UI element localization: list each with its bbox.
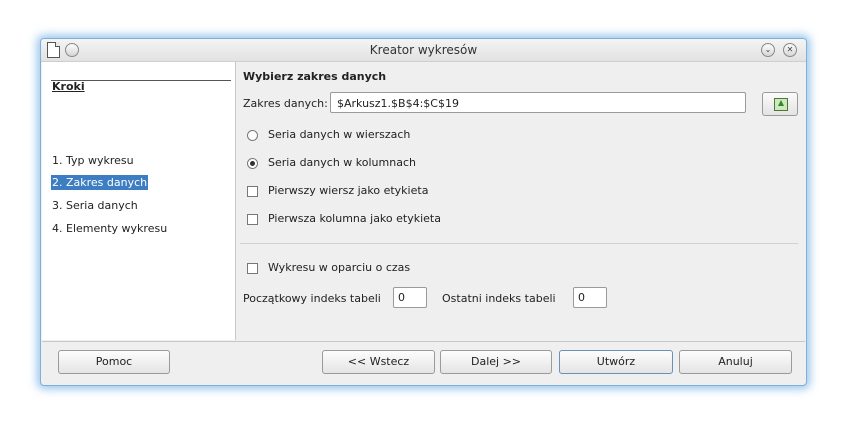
steps-title: Kroki bbox=[52, 80, 85, 93]
end-index-input[interactable]: 0 bbox=[573, 287, 607, 308]
chart-wizard-dialog: Kreator wykresów ⌄ ✕ Kroki 1. Typ wykres… bbox=[40, 38, 807, 386]
end-index-label: Ostatni indeks tabeli bbox=[442, 292, 556, 305]
select-range-icon bbox=[774, 98, 788, 111]
minimize-icon[interactable]: ⌄ bbox=[761, 43, 775, 57]
step-data-range[interactable]: 2. Zakres danych bbox=[51, 175, 149, 190]
series-in-rows-radio[interactable] bbox=[247, 130, 258, 141]
select-range-button[interactable] bbox=[762, 92, 798, 116]
next-button[interactable]: Dalej >> bbox=[440, 350, 552, 374]
close-icon[interactable]: ✕ bbox=[783, 43, 797, 57]
step-data-series[interactable]: 3. Seria danych bbox=[51, 198, 139, 213]
range-label: Zakres danych: bbox=[243, 97, 328, 110]
data-range-input[interactable]: $Arkusz1.$B$4:$C$19 bbox=[330, 92, 746, 113]
start-index-label: Początkowy indeks tabeli bbox=[243, 292, 381, 305]
cancel-button[interactable]: Anuluj bbox=[679, 350, 792, 374]
series-in-rows-label: Seria danych w wierszach bbox=[268, 128, 411, 141]
first-column-label-text: Pierwsza kolumna jako etykieta bbox=[268, 212, 441, 225]
title-bar: Kreator wykresów ⌄ ✕ bbox=[41, 39, 806, 62]
time-based-label: Wykresu w oparciu o czas bbox=[268, 261, 411, 274]
buttons-divider bbox=[42, 341, 805, 342]
steps-sidebar: Kroki 1. Typ wykresu 2. Zakres danych 3.… bbox=[42, 62, 236, 340]
options-divider bbox=[240, 243, 798, 244]
series-in-columns-label: Seria danych w kolumnach bbox=[268, 156, 416, 169]
step-chart-elements[interactable]: 4. Elementy wykresu bbox=[51, 221, 168, 236]
first-column-label-checkbox[interactable] bbox=[247, 214, 258, 225]
window-title: Kreator wykresów bbox=[369, 43, 478, 57]
section-heading: Wybierz zakres danych bbox=[243, 70, 387, 83]
first-row-label-text: Pierwszy wiersz jako etykieta bbox=[268, 184, 429, 197]
help-button[interactable]: Pomoc bbox=[58, 350, 170, 374]
series-in-columns-radio[interactable] bbox=[247, 158, 258, 169]
first-row-label-checkbox[interactable] bbox=[247, 186, 258, 197]
start-index-input[interactable]: 0 bbox=[393, 287, 427, 308]
back-button[interactable]: << Wstecz bbox=[322, 350, 435, 374]
time-based-checkbox[interactable] bbox=[247, 263, 258, 274]
create-button[interactable]: Utwórz bbox=[559, 350, 673, 374]
step-chart-type[interactable]: 1. Typ wykresu bbox=[51, 153, 135, 168]
